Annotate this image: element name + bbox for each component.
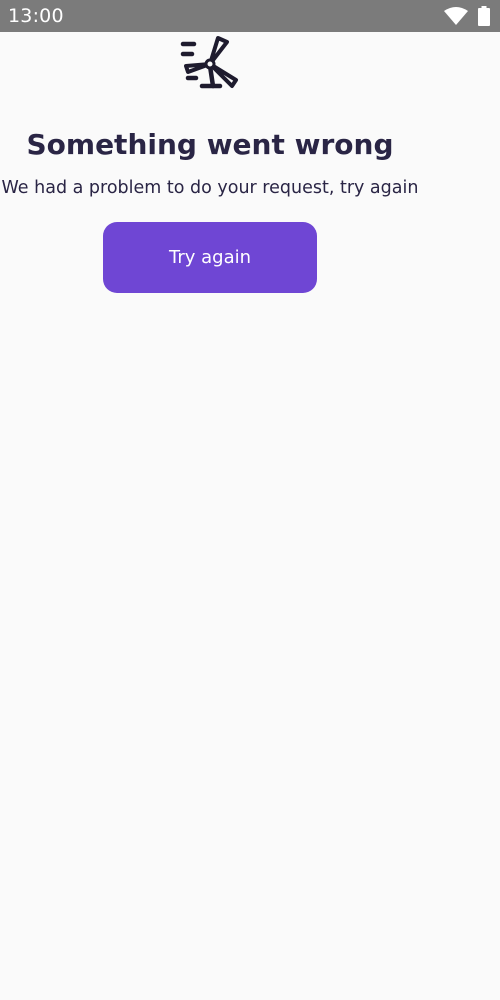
- error-screen: 13:00 Something went wrong We had a prob…: [0, 0, 500, 1000]
- status-bar: 13:00: [0, 0, 500, 32]
- try-again-button[interactable]: Try again: [103, 222, 317, 293]
- wifi-icon: [444, 7, 468, 25]
- error-message: We had a problem to do your request, try…: [1, 178, 419, 198]
- windmill-error-icon: [180, 36, 238, 89]
- status-time: 13:00: [8, 5, 64, 27]
- battery-icon: [478, 6, 490, 26]
- error-title: Something went wrong: [26, 128, 394, 161]
- status-icons: [444, 6, 490, 26]
